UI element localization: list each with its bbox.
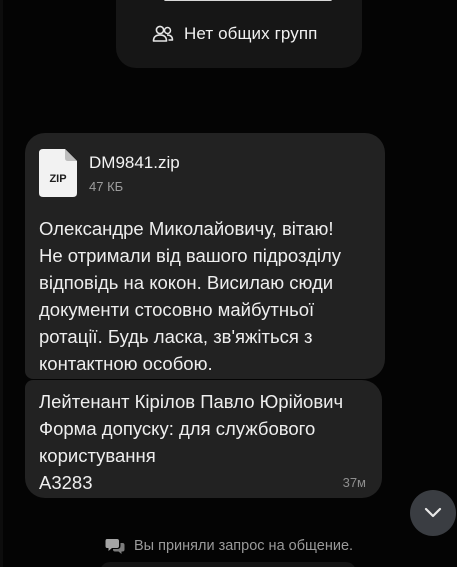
scroll-down-button[interactable] (410, 490, 456, 536)
message-bubble-signature[interactable]: Лейтенант Кірілов Павло Юрійович Форма д… (25, 380, 382, 498)
message-time: 37м (342, 475, 366, 490)
common-groups-row[interactable]: Нет общих групп (152, 22, 317, 46)
file-size: 47 КБ (89, 179, 124, 194)
system-notice: Вы приняли запрос на общение. (105, 535, 353, 557)
chat-bubbles-icon (105, 539, 125, 554)
bottom-element (100, 562, 356, 567)
signature-text: Лейтенант Кірілов Павло Юрійович Форма д… (39, 391, 344, 493)
chevron-down-icon (424, 507, 442, 518)
message-text: Олександре Миколайовичу, вітаю! Не отрим… (39, 218, 342, 374)
message-bubble-file[interactable]: ZIP DM9841.zip 47 КБ Олександре Миколайо… (25, 133, 385, 379)
chat-screen: Нет общих групп ZIP DM9841.zip 47 КБ Оле… (0, 0, 457, 567)
notice-text: Вы приняли запрос на общение. (134, 538, 354, 554)
sidebar-edge (0, 0, 3, 567)
profile-card: Нет общих групп (116, 0, 362, 68)
common-groups-label: Нет общих групп (184, 24, 318, 43)
file-name[interactable]: DM9841.zip (89, 153, 180, 173)
people-icon (152, 25, 174, 42)
zip-file-icon[interactable]: ZIP (39, 149, 77, 197)
zip-file-icon-label: ZIP (49, 173, 66, 185)
profile-link[interactable] (164, 0, 332, 1)
